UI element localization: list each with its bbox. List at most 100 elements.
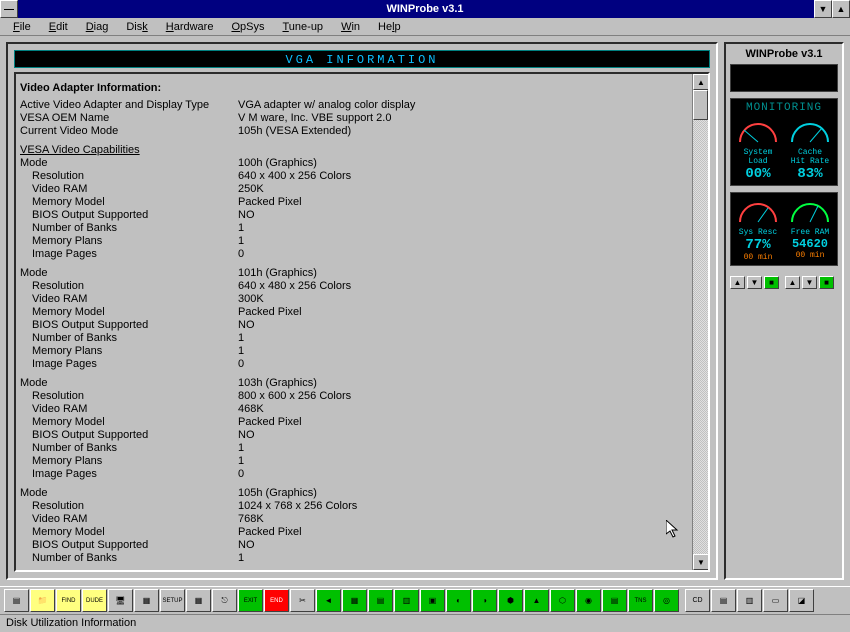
info-row: Mode105h (Graphics) [20,487,690,500]
info-value: 0 [238,468,690,481]
tb-chip-icon[interactable]: ▦ [134,589,159,612]
info-key: Memory Model [20,306,238,319]
tb-s4-icon[interactable]: ◪ [789,589,814,612]
ctrl-up-button[interactable]: ▲ [785,276,800,289]
info-row: Memory Plans1 [20,235,690,248]
content-scroll: Video Adapter Information: Active Video … [20,78,690,566]
scroll-down-button[interactable]: ▼ [693,554,709,570]
menu-disk[interactable]: Disk [117,20,156,34]
gauge-value: 77% [734,237,782,253]
tb-green-3[interactable]: ▤ [368,589,393,612]
menu-file[interactable]: File [4,20,40,34]
window-title: WINProbe v3.1 [386,3,463,15]
tb-sliders-icon[interactable]: ⎋ [212,589,237,612]
tb-green-7[interactable]: ◑ [472,589,497,612]
monitor-controls-left: ▲ ▼ ■ [730,276,779,289]
info-row: Image Pages0 [20,468,690,481]
info-row: Resolution640 x 400 x 256 Colors [20,170,690,183]
tb-s2-icon[interactable]: ▥ [737,589,762,612]
tb-cd-icon[interactable]: CD [685,589,710,612]
minimize-button[interactable]: ▼ [814,0,832,18]
tb-green-5[interactable]: ▣ [420,589,445,612]
ctrl-down-button[interactable]: ▼ [747,276,762,289]
ctrl-up-button[interactable]: ▲ [730,276,745,289]
menu-edit[interactable]: Edit [40,20,77,34]
info-row: Mode101h (Graphics) [20,267,690,280]
tb-disc-icon[interactable]: ◎ [654,589,679,612]
info-key: Video RAM [20,183,238,196]
info-key: Mode [20,267,238,280]
tb-green-8[interactable]: ⬢ [498,589,523,612]
tb-find-icon[interactable]: FIND [56,589,81,612]
info-key: Memory Model [20,416,238,429]
menu-tuneup[interactable]: Tune-up [273,20,332,34]
info-row: Number of Banks1 [20,552,690,565]
tb-green-6[interactable]: ◐ [446,589,471,612]
tb-green-4[interactable]: ▥ [394,589,419,612]
scroll-up-button[interactable]: ▲ [693,74,709,90]
tb-setup-icon[interactable]: SETUP [160,589,185,612]
ctrl-down-button[interactable]: ▼ [802,276,817,289]
info-key: Current Video Mode [20,125,238,138]
info-row: Active Video Adapter and Display TypeVGA… [20,99,690,112]
toolbar: ▤ 📁 FIND DUDE 🖥 ▦ SETUP ▦ ⎋ EXIT END ✂ ◄… [0,586,850,614]
tb-s3-icon[interactable]: ▭ [763,589,788,612]
tb-green-11[interactable]: ◉ [576,589,601,612]
ctrl-go-button[interactable]: ■ [819,276,834,289]
menu-win[interactable]: Win [332,20,369,34]
mode-block: Mode105h (Graphics)Resolution1024 x 768 … [20,487,690,566]
scroll-track[interactable] [693,90,708,554]
info-row: Memory ModelPacked Pixel [20,526,690,539]
tb-grid-icon[interactable]: ▦ [186,589,211,612]
info-key: Number of Banks [20,332,238,345]
section-title: Video Adapter Information: [20,82,690,95]
info-row: VESA OEM NameV M ware, Inc. VBE support … [20,112,690,125]
info-key: Resolution [20,500,238,513]
tb-tns-icon[interactable]: TNS [628,589,653,612]
content-area: Video Adapter Information: Active Video … [14,72,710,572]
tb-green-10[interactable]: ⬡ [550,589,575,612]
info-value: Packed Pixel [238,306,690,319]
tb-exit-icon[interactable]: EXIT [238,589,263,612]
tb-dude-icon[interactable]: DUDE [82,589,107,612]
gauge-sys-resc: Sys Resc 77% 00 min [734,196,782,262]
info-value: 640 x 400 x 256 Colors [238,170,690,183]
ctrl-go-button[interactable]: ■ [764,276,779,289]
tb-green-2[interactable]: ▦ [342,589,367,612]
maximize-button[interactable]: ▲ [832,0,850,18]
gauge-label: CacheHit Rate [786,148,834,166]
monitor-box-1: MONITORING SystemLoad 00% CacheHit Rate … [730,98,838,186]
info-value: 101h (Graphics) [238,267,690,280]
info-key: Image Pages [20,248,238,261]
tb-folder-icon[interactable]: 📁 [30,589,55,612]
info-row: Image Pages0 [20,358,690,371]
info-key: BIOS Output Supported [20,539,238,552]
info-value: Packed Pixel [238,416,690,429]
tb-pc-icon[interactable]: 🖥 [108,589,133,612]
tb-green-12[interactable]: ▤ [602,589,627,612]
info-key: Number of Banks [20,222,238,235]
scroll-thumb[interactable] [693,90,708,120]
info-key: Memory Plans [20,345,238,358]
info-row: BIOS Output SupportedNO [20,209,690,222]
tb-sys-icon[interactable]: ▤ [4,589,29,612]
menu-help[interactable]: Help [369,20,410,34]
menu-opsys[interactable]: OpSys [222,20,273,34]
mode-block: Mode101h (Graphics)Resolution640 x 480 x… [20,267,690,371]
gauge-system-load: SystemLoad 00% [734,116,782,182]
tb-s1-icon[interactable]: ▤ [711,589,736,612]
monitor-controls-right: ▲ ▼ ■ [785,276,834,289]
system-menu-icon[interactable] [0,0,18,18]
tb-green-9[interactable]: ▲ [524,589,549,612]
info-row: Current Video Mode105h (VESA Extended) [20,125,690,138]
tb-scissors-icon[interactable]: ✂ [290,589,315,612]
mode-block: Mode100h (Graphics)Resolution640 x 400 x… [20,157,690,261]
main-panel: VGA INFORMATION Video Adapter Informatio… [6,42,718,580]
menu-hardware[interactable]: Hardware [157,20,223,34]
menu-diag[interactable]: Diag [77,20,118,34]
info-row: Memory Plans1 [20,345,690,358]
tb-end-icon[interactable]: END [264,589,289,612]
info-key: VESA OEM Name [20,112,238,125]
tb-speaker-icon[interactable]: ◄ [316,589,341,612]
vertical-scrollbar[interactable]: ▲ ▼ [692,74,708,570]
